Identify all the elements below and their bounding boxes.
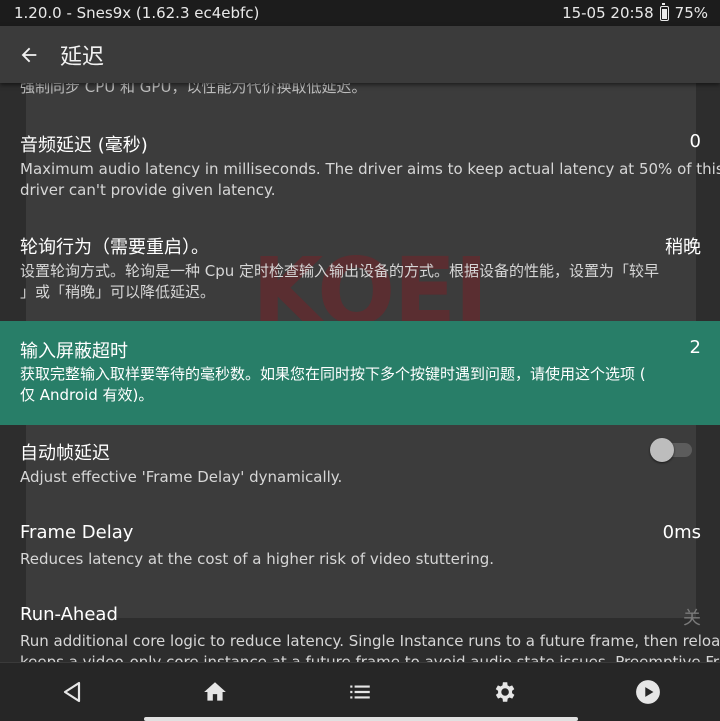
triangle-back-icon [63,681,81,703]
status-bar: 1.20.0 - Snes9x (1.62.3 ec4ebfc) 15-05 2… [0,0,720,26]
list-icon [350,685,370,699]
setting-auto-frame-delay[interactable]: 自动帧延迟 Adjust effective 'Frame Delay' dyn… [0,425,720,507]
setting-polling-behavior[interactable]: 轮询行为（需要重启）。 稍晚 设置轮询方式。轮询是一种 Cpu 定时检查输入输出… [0,215,720,321]
nav-settings-button[interactable] [489,677,519,707]
status-datetime: 15-05 20:58 [562,4,654,22]
setting-label: 音频延迟 (毫秒) [20,135,148,156]
setting-label: Run-Ahead [20,604,118,625]
setting-value: 稍晚 [665,237,701,258]
settings-list[interactable]: 强制同步 CPU 和 GPU，以性能为代价换取低延迟。 音频延迟 (毫秒) 0 … [0,83,720,663]
setting-desc: Run additional core logic to reduce late… [20,632,720,663]
app-bar: 延迟 [0,26,720,83]
setting-desc: 强制同步 CPU 和 GPU，以性能为代价换取低延迟。 [20,83,367,96]
battery-level [661,8,667,19]
play-icon [636,680,660,704]
page-title: 延迟 [60,44,105,70]
setting-desc: 设置轮询方式。轮询是一种 Cpu 定时检查输入输出设备的方式。根据设备的性能，设… [20,262,660,301]
gesture-home-bar[interactable] [144,717,578,721]
nav-list-button[interactable] [345,677,375,707]
home-icon [204,682,226,701]
auto-frame-delay-toggle[interactable] [650,437,694,462]
setting-desc: 获取完整输入取样要等待的毫秒数。如果您在同时按下多个按键时遇到问题，请使用这个选… [20,365,646,404]
setting-value: 2 [689,337,701,358]
setting-label: 输入屏蔽超时 [20,341,128,362]
setting-label: Frame Delay [20,522,134,543]
setting-run-ahead[interactable]: Run-Ahead 关 Run additional core logic to… [0,589,720,663]
gear-icon [495,682,515,702]
nav-resume-button[interactable] [633,677,663,707]
status-app-version: 1.20.0 - Snes9x (1.62.3 ec4ebfc) [14,4,260,22]
setting-frame-delay[interactable]: Frame Delay 0ms Reduces latency at the c… [0,507,720,589]
setting-value: 关 [683,608,701,629]
battery-percent: 75% [674,4,708,22]
setting-value: 0ms [662,522,701,543]
toggle-thumb [650,438,674,462]
nav-bar [0,662,720,721]
setting-label: 自动帧延迟 [20,443,110,464]
arrow-left-icon [21,47,37,62]
setting-input-block-timeout[interactable]: 输入屏蔽超时 2 获取完整输入取样要等待的毫秒数。如果您在同时按下多个按键时遇到… [0,321,720,425]
setting-value: 0 [689,131,701,152]
nav-back-button[interactable] [57,677,87,707]
setting-audio-latency[interactable]: 音频延迟 (毫秒) 0 Maximum audio latency in mil… [0,111,720,205]
status-right: 15-05 20:58 75% [562,2,708,22]
back-button[interactable] [0,26,58,83]
nav-home-button[interactable] [200,677,230,707]
setting-desc: Maximum audio latency in milliseconds. T… [20,160,720,199]
setting-desc: Reduces latency at the cost of a higher … [20,550,494,568]
setting-label: 轮询行为（需要重启）。 [20,237,209,258]
setting-partial-top: 强制同步 CPU 和 GPU，以性能为代价换取低延迟。 [0,83,720,103]
setting-desc: Adjust effective 'Frame Delay' dynamical… [20,468,343,486]
battery-icon [659,2,669,21]
